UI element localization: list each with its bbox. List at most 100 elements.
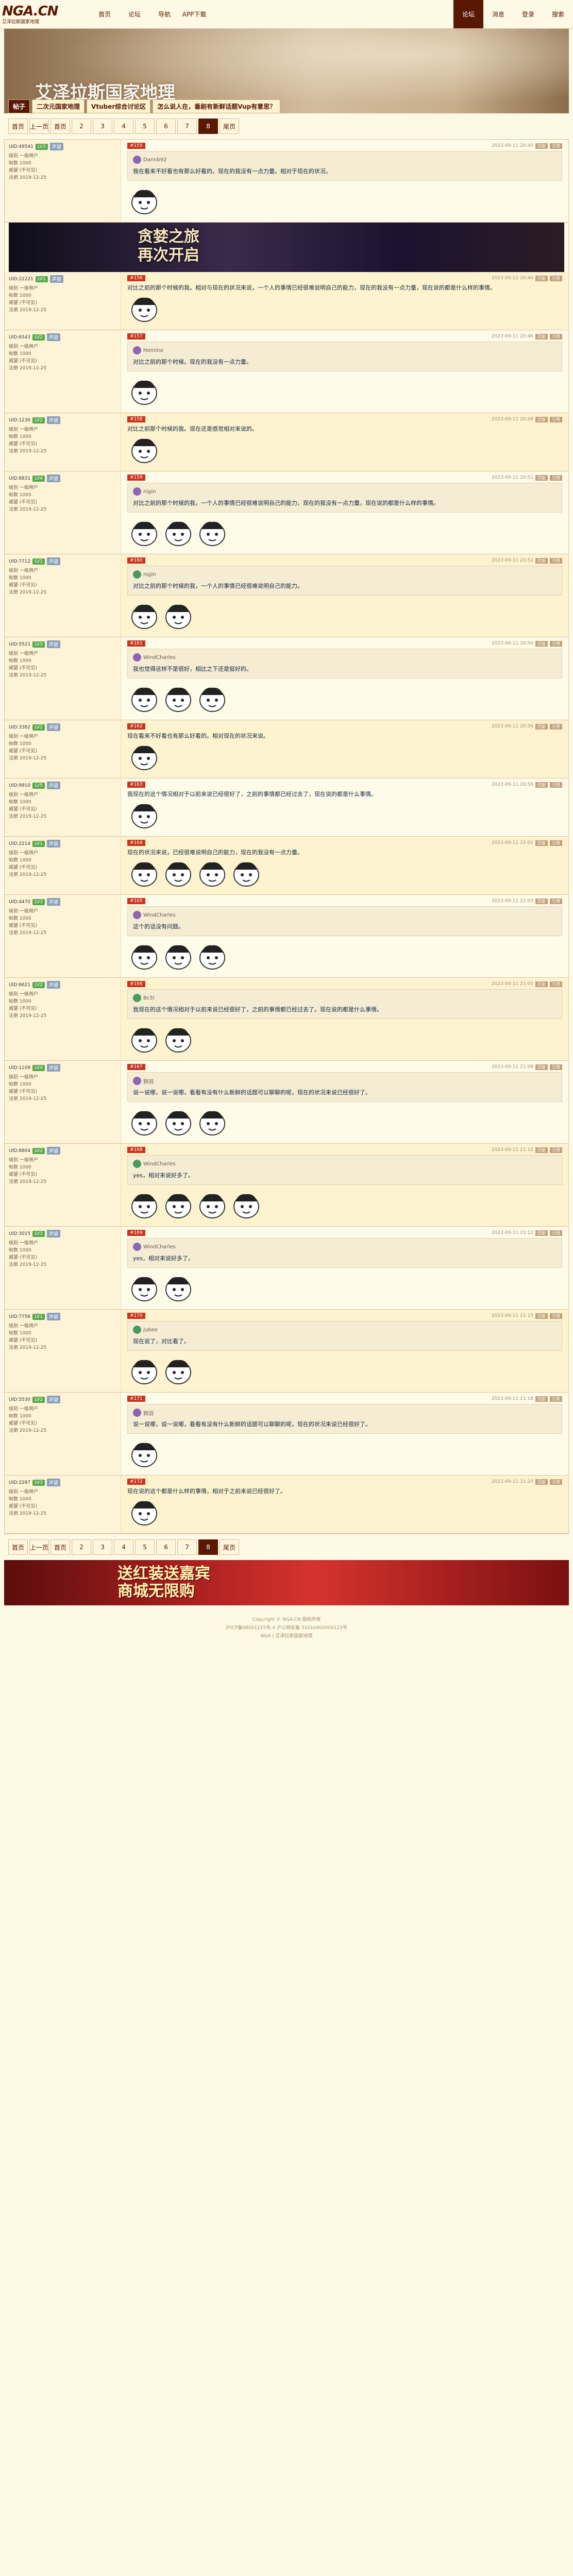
reply-button[interactable]: 回复	[535, 1479, 548, 1485]
avatar[interactable]	[133, 911, 141, 919]
pager-button[interactable]: 8	[198, 118, 218, 134]
author-uid[interactable]: UID:1109	[9, 1065, 30, 1071]
quote-username[interactable]: Homina	[143, 348, 163, 353]
quote-button[interactable]: 引用	[550, 840, 562, 846]
author-uid[interactable]: UID:4470	[9, 900, 30, 905]
quote-button[interactable]: 引用	[550, 143, 562, 149]
floor-number[interactable]: #161	[127, 640, 145, 647]
floor-number[interactable]: #167	[127, 1064, 145, 1070]
quote-button[interactable]: 引用	[550, 1479, 562, 1485]
pager-button[interactable]: 8	[198, 1539, 218, 1555]
quote-button[interactable]: 引用	[550, 557, 562, 564]
quote-button[interactable]: 引用	[550, 416, 562, 422]
floor-number[interactable]: #162	[127, 723, 145, 730]
quote-username[interactable]: WindCharles	[143, 912, 176, 918]
pager-button[interactable]: 3	[93, 1539, 113, 1555]
banner-tab[interactable]: Vtuber综合讨论区	[87, 99, 151, 113]
floor-number[interactable]: #171	[127, 1396, 145, 1402]
floor-number[interactable]: #160	[127, 557, 145, 564]
reply-button[interactable]: 回复	[535, 981, 548, 987]
pager-button[interactable]: 3	[93, 118, 113, 134]
quote-button[interactable]: 引用	[550, 640, 562, 647]
pager-button[interactable]: 7	[177, 1539, 197, 1555]
nav-right-item[interactable]: 消息	[483, 0, 513, 28]
author-uid[interactable]: UID:22221	[9, 277, 33, 282]
author-uid[interactable]: UID:2214	[9, 841, 30, 846]
pager-button[interactable]: 4	[114, 1539, 134, 1555]
avatar[interactable]	[133, 570, 141, 579]
quote-username[interactable]: WindCharles	[143, 655, 176, 660]
quote-username[interactable]: WindCharles	[143, 1161, 176, 1167]
quote-button[interactable]: 引用	[550, 1313, 562, 1319]
pager-button[interactable]: 首页	[8, 118, 28, 134]
quote-button[interactable]: 引用	[550, 333, 562, 340]
quote-button[interactable]: 引用	[550, 275, 562, 281]
pager-button[interactable]: 上一页	[29, 1539, 49, 1555]
author-uid[interactable]: UID:7756	[9, 1314, 30, 1319]
avatar[interactable]	[133, 1326, 141, 1334]
pager-button[interactable]: 尾页	[220, 1539, 240, 1555]
author-uid[interactable]: UID:3015	[9, 1231, 30, 1236]
floor-number[interactable]: #166	[127, 981, 145, 987]
author-uid[interactable]: UID:5521	[9, 642, 30, 647]
pager-button[interactable]: 首页	[50, 118, 71, 134]
quote-button[interactable]: 引用	[550, 1147, 562, 1153]
floor-number[interactable]: #164	[127, 840, 145, 846]
quote-button[interactable]: 引用	[550, 1064, 562, 1070]
avatar[interactable]	[133, 1077, 141, 1085]
reply-button[interactable]: 回复	[535, 840, 548, 846]
pager-button[interactable]: 5	[135, 118, 155, 134]
avatar[interactable]	[133, 653, 141, 662]
quote-button[interactable]: 引用	[550, 981, 562, 987]
pager-button[interactable]: 2	[72, 118, 92, 134]
nav-right-item[interactable]: 登录	[513, 0, 543, 28]
banner-tab[interactable]: 帖子	[8, 99, 30, 113]
pager-button[interactable]: 上一页	[29, 118, 49, 134]
quote-button[interactable]: 引用	[550, 1230, 562, 1236]
reply-button[interactable]: 回复	[535, 640, 548, 647]
quote-button[interactable]: 引用	[550, 474, 562, 481]
author-uid[interactable]: UID:49541	[9, 144, 33, 149]
floor-number[interactable]: #158	[127, 416, 145, 422]
reply-button[interactable]: 回复	[535, 143, 548, 149]
author-uid[interactable]: UID:5530	[9, 1397, 30, 1402]
nav-right-item[interactable]: 论坛	[453, 0, 483, 28]
quote-username[interactable]: nigin	[143, 572, 156, 578]
quote-button[interactable]: 引用	[550, 898, 562, 904]
reply-button[interactable]: 回复	[535, 1147, 548, 1153]
pager-button[interactable]: 尾页	[220, 118, 240, 134]
bottom-ad-banner[interactable]: 送红装送嘉宾 商城无限购	[4, 1560, 569, 1605]
pager-button[interactable]: 首页	[8, 1539, 28, 1555]
floor-number[interactable]: #156	[127, 275, 145, 281]
banner-tab[interactable]: 怎么说人在，番剧有新鲜话题Vup有意思？	[153, 99, 281, 113]
nav-item[interactable]: 首页	[90, 0, 120, 28]
avatar[interactable]	[133, 1160, 141, 1168]
quote-button[interactable]: 引用	[550, 723, 562, 730]
pager-button[interactable]: 6	[156, 1539, 176, 1555]
pager-button[interactable]: 5	[135, 1539, 155, 1555]
avatar[interactable]	[133, 1243, 141, 1251]
author-uid[interactable]: UID:8804	[9, 1148, 30, 1154]
reply-button[interactable]: 回复	[535, 416, 548, 422]
quote-username[interactable]: jubee	[143, 1327, 158, 1333]
floor-number[interactable]: #170	[127, 1313, 145, 1319]
pager-button[interactable]: 2	[72, 1539, 92, 1555]
reply-button[interactable]: 回复	[535, 1396, 548, 1402]
quote-username[interactable]: nigin	[143, 489, 156, 495]
author-uid[interactable]: UID:2287	[9, 1480, 30, 1485]
inline-ad-banner[interactable]: 贪婪之旅 再次开启	[9, 223, 564, 272]
floor-number[interactable]: #172	[127, 1479, 145, 1485]
reply-button[interactable]: 回复	[535, 1064, 548, 1070]
nav-right-item[interactable]: 搜索	[543, 0, 573, 28]
pager-button[interactable]: 7	[177, 118, 197, 134]
quote-username[interactable]: Bc5l	[143, 995, 155, 1001]
nav-item[interactable]: 论坛	[120, 0, 149, 28]
author-uid[interactable]: UID:9910	[9, 783, 30, 788]
pager-button[interactable]: 4	[114, 118, 134, 134]
author-uid[interactable]: UID:1230	[9, 418, 30, 423]
floor-number[interactable]: #165	[127, 898, 145, 904]
pager-button[interactable]: 6	[156, 118, 176, 134]
banner-tab[interactable]: 二次元国家地理	[32, 99, 85, 113]
nav-item[interactable]: 导航	[149, 0, 179, 28]
avatar[interactable]	[133, 1409, 141, 1417]
